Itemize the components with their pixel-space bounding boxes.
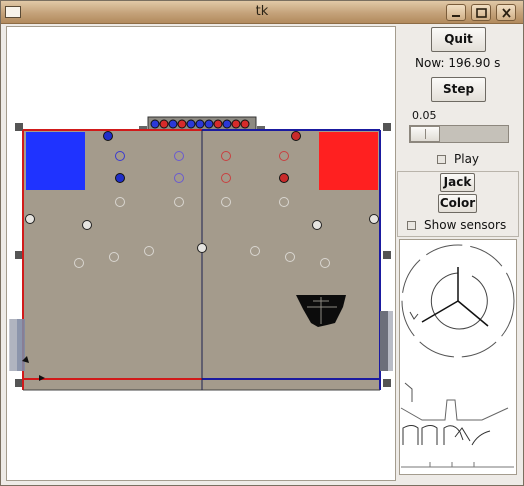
title-bar[interactable]: tk: [1, 1, 523, 24]
step-button[interactable]: Step: [431, 77, 486, 102]
app-window: tk Quit Now: 196.90 s Step 0.05 Play Jac…: [0, 0, 524, 486]
speed-scale[interactable]: [409, 125, 509, 143]
play-label: Play: [454, 152, 480, 166]
show-sensors-checkbox[interactable]: [407, 221, 416, 230]
jack-button[interactable]: Jack: [440, 173, 475, 192]
sensor-display: [399, 239, 517, 475]
play-checkbox[interactable]: [437, 155, 446, 164]
show-sensors-label: Show sensors: [424, 218, 507, 232]
blue-goal: [26, 132, 85, 190]
color-button[interactable]: Color: [438, 194, 477, 213]
close-icon[interactable]: [496, 4, 516, 21]
arena-drawing: [9, 116, 393, 391]
window-title: tk: [255, 4, 269, 19]
minimize-icon[interactable]: [446, 4, 466, 21]
red-goal: [319, 132, 378, 190]
scale-value: 0.05: [412, 109, 437, 122]
control-panel: Quit Now: 196.90 s Step 0.05 Play Jack C…: [397, 25, 519, 483]
rack-balls: [150, 119, 250, 129]
speed-slider-handle[interactable]: [410, 126, 440, 142]
simulation-canvas[interactable]: [6, 26, 396, 481]
maximize-icon[interactable]: [471, 4, 491, 21]
quit-button[interactable]: Quit: [431, 27, 486, 52]
sensor-drawing: [400, 244, 515, 468]
time-readout: Now: 196.90 s: [415, 56, 501, 70]
